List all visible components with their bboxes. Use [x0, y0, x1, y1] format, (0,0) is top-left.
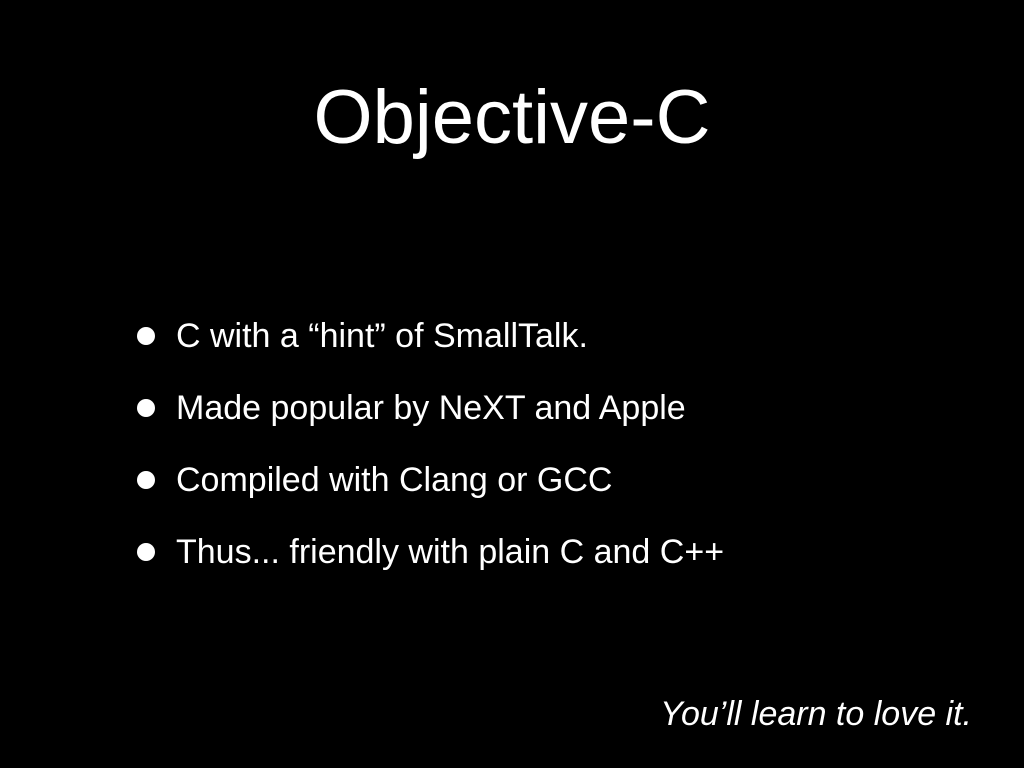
bullet-item: Thus... friendly with plain C and C++: [130, 526, 724, 598]
bullet-text: C with a “hint” of SmallTalk.: [176, 317, 588, 355]
bullet-text: Compiled with Clang or GCC: [176, 461, 613, 499]
bullet-item: Compiled with Clang or GCC: [130, 454, 724, 526]
bullet-item: Made popular by NeXT and Apple: [130, 382, 724, 454]
bullet-point-icon: [137, 327, 155, 345]
bullet-list: C with a “hint” of SmallTalk. Made popul…: [130, 310, 724, 598]
bullet-item: C with a “hint” of SmallTalk.: [130, 310, 724, 382]
bullet-text: Thus... friendly with plain C and C++: [176, 533, 725, 571]
slide-title: Objective-C: [313, 75, 711, 160]
bullet-text: Made popular by NeXT and Apple: [176, 389, 686, 427]
presentation-slide: Objective-C C with a “hint” of SmallTalk…: [0, 0, 1024, 768]
bullet-point-icon: [137, 399, 155, 417]
footer-note: You’ll learn to love it.: [660, 695, 972, 733]
bullet-point-icon: [137, 471, 155, 489]
bullet-point-icon: [137, 543, 155, 561]
